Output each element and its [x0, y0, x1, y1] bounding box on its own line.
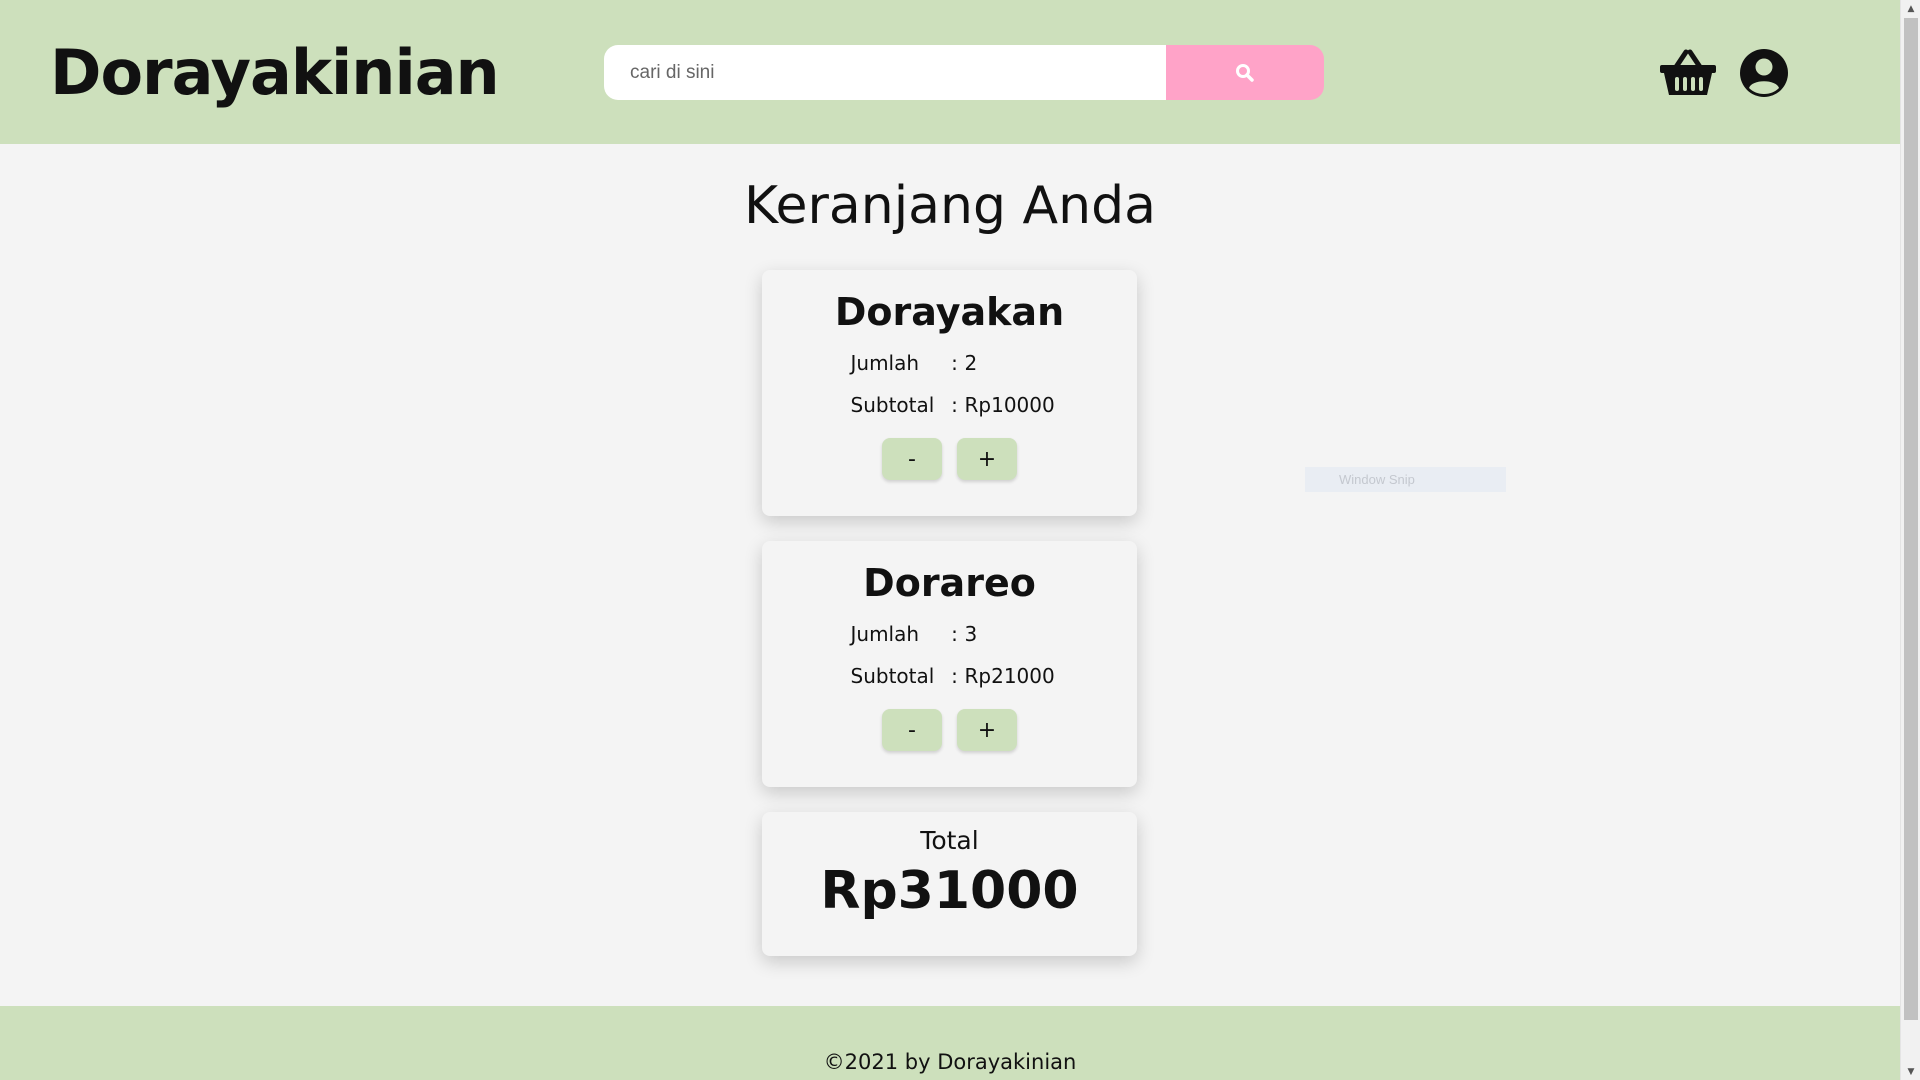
cart-button[interactable]	[1659, 47, 1717, 99]
quantity-value: 2	[964, 351, 978, 375]
quantity-controls: - +	[762, 709, 1137, 751]
window-snip-overlay: Window Snip	[1305, 467, 1506, 492]
subtotal-row: Subtotal : Rp10000	[762, 392, 1137, 418]
cart-item-card: Dorayakan Jumlah : 2 Subtotal : Rp10000 …	[762, 270, 1137, 516]
scrollbar-thumb[interactable]	[1904, 18, 1918, 1020]
brand-logo[interactable]: Dorayakinian	[50, 36, 500, 109]
item-name: Dorareo	[863, 561, 1036, 605]
subtotal-value: Rp21000	[964, 664, 1055, 688]
search-bar	[604, 45, 1324, 100]
quantity-controls: - +	[762, 438, 1137, 480]
cart-item-card: Dorareo Jumlah : 3 Subtotal : Rp21000 - …	[762, 541, 1137, 787]
scroll-up-arrow-icon[interactable]: ▲	[1901, 0, 1920, 17]
subtotal-label: Subtotal	[850, 393, 935, 417]
decrement-button[interactable]: -	[882, 438, 942, 480]
site-footer: ©2021 by Dorayakinian	[0, 1006, 1900, 1080]
header-actions	[1659, 47, 1793, 99]
decrement-button[interactable]: -	[882, 709, 942, 751]
basket-icon	[1660, 49, 1716, 95]
page-title: Keranjang Anda	[744, 176, 1156, 236]
increment-button[interactable]: +	[957, 709, 1017, 751]
separator: :	[951, 664, 958, 688]
search-icon	[1236, 63, 1254, 82]
quantity-row: Jumlah : 3	[762, 621, 1137, 647]
scroll-down-arrow-icon[interactable]: ▼	[1901, 1063, 1920, 1080]
separator: :	[951, 622, 958, 646]
item-name: Dorayakan	[834, 290, 1065, 334]
search-button[interactable]	[1166, 45, 1324, 100]
quantity-label: Jumlah	[850, 351, 920, 375]
footer-copyright: ©2021 by Dorayakinian	[823, 1050, 1077, 1074]
separator: :	[951, 393, 958, 417]
quantity-row: Jumlah : 2	[762, 350, 1137, 376]
user-circle-icon	[1740, 49, 1788, 97]
total-label: Total	[920, 826, 979, 855]
increment-button[interactable]: +	[957, 438, 1017, 480]
separator: :	[951, 351, 958, 375]
subtotal-value: Rp10000	[964, 393, 1055, 417]
total-value: Rp31000	[820, 861, 1079, 921]
vertical-scrollbar[interactable]: ▲ ▼	[1900, 0, 1920, 1080]
subtotal-row: Subtotal : Rp21000	[762, 663, 1137, 689]
site-header: Dorayakinian	[0, 0, 1900, 144]
quantity-label: Jumlah	[850, 622, 920, 646]
cart-total-card: Total Rp31000	[762, 812, 1137, 956]
search-input[interactable]	[604, 45, 1166, 100]
subtotal-label: Subtotal	[850, 664, 935, 688]
quantity-value: 3	[964, 622, 978, 646]
account-button[interactable]	[1735, 47, 1793, 99]
